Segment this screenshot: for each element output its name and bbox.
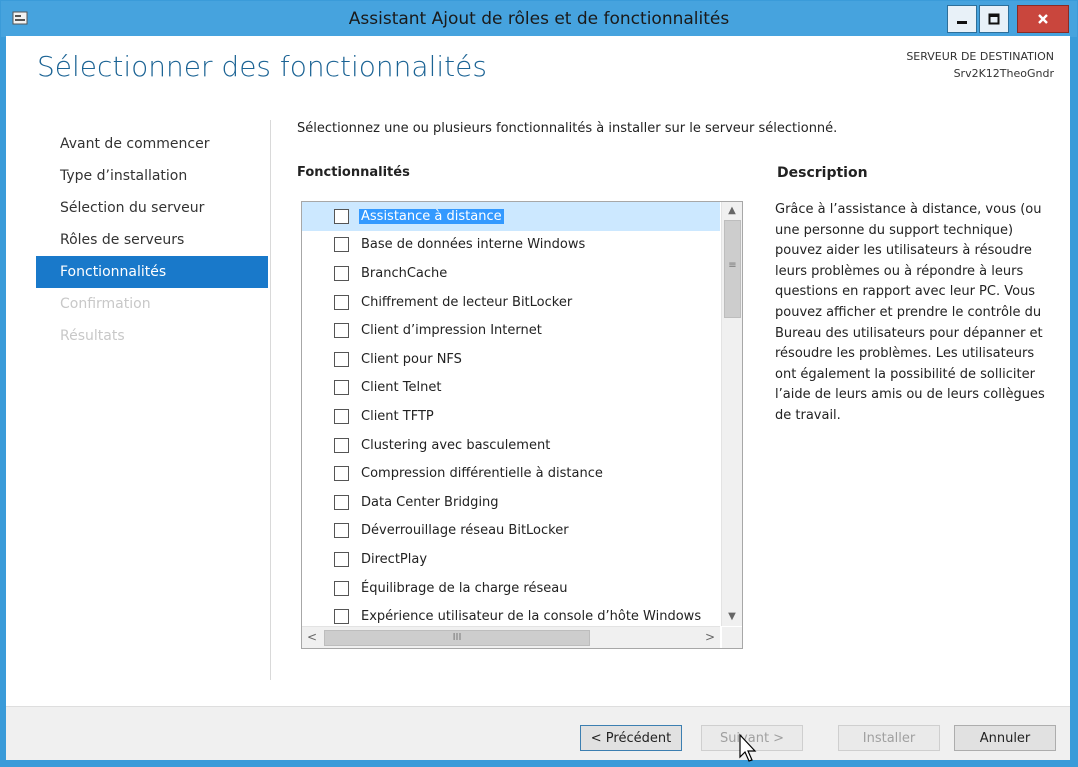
feature-checkbox[interactable]: [334, 208, 349, 224]
feature-checkbox[interactable]: [334, 466, 349, 482]
feature-checkbox[interactable]: [334, 437, 349, 453]
feature-item[interactable]: Data Center Bridging: [302, 488, 720, 517]
feature-label: Déverrouillage réseau BitLocker: [361, 523, 569, 539]
feature-label: Data Center Bridging: [361, 494, 499, 510]
feature-label: Client pour NFS: [361, 351, 462, 367]
feature-label: Chiffrement de lecteur BitLocker: [361, 294, 573, 310]
nav-item-fonctionnalites[interactable]: Fonctionnalités: [36, 256, 268, 288]
description-text: Grâce à l’assistance à distance, vous (o…: [775, 202, 1045, 423]
feature-item[interactable]: Équilibrage de la charge réseau: [302, 574, 720, 603]
feature-label: Client Telnet: [361, 380, 442, 396]
feature-label: Base de données interne Windows: [361, 237, 586, 253]
nav-item-avant-de-commencer[interactable]: Avant de commencer: [36, 128, 268, 160]
feature-label: Équilibrage de la charge réseau: [361, 580, 568, 596]
features-horizontal-scrollbar[interactable]: < III >: [302, 626, 720, 648]
destination-server-name: Srv2K12TheoGndr: [953, 67, 1054, 80]
close-button[interactable]: [1017, 5, 1069, 33]
window-title: Assistant Ajout de rôles et de fonctionn…: [348, 9, 730, 29]
feature-label: Assistance à distance: [359, 208, 504, 224]
minimize-button[interactable]: [947, 5, 977, 33]
nav-item-resultats: Résultats: [60, 328, 125, 344]
feature-checkbox[interactable]: [334, 237, 349, 253]
nav-item-type-installation[interactable]: Type d’installation: [36, 160, 268, 192]
feature-item[interactable]: Chiffrement de lecteur BitLocker: [302, 288, 720, 317]
instructions-text: Sélectionnez une ou plusieurs fonctionna…: [297, 121, 838, 136]
features-list-box[interactable]: Assistance à distance Base de données in…: [301, 201, 743, 649]
nav-item-selection-serveur[interactable]: Sélection du serveur: [36, 192, 268, 224]
feature-item[interactable]: Déverrouillage réseau BitLocker: [302, 517, 720, 546]
previous-button[interactable]: < Précédent: [580, 725, 682, 751]
feature-label: DirectPlay: [361, 551, 428, 567]
nav-divider: [270, 120, 271, 680]
cancel-button[interactable]: Annuler: [954, 725, 1056, 751]
feature-item[interactable]: Clustering avec basculement: [302, 431, 720, 460]
feature-item[interactable]: Expérience utilisateur de la console d’h…: [302, 602, 720, 626]
feature-label: Clustering avec basculement: [361, 437, 551, 453]
description-heading: Description: [777, 165, 868, 181]
features-vertical-scrollbar[interactable]: ▲ ≡ ▼: [721, 202, 742, 626]
feature-item[interactable]: Compression différentielle à distance: [302, 459, 720, 488]
feature-checkbox[interactable]: [334, 294, 349, 310]
scroll-down-button[interactable]: ▼: [722, 608, 742, 626]
mouse-pointer-icon: [739, 733, 757, 762]
scroll-right-button[interactable]: >: [700, 627, 720, 648]
wizard-steps-nav: Avant de commencer Type d’installation S…: [36, 128, 268, 352]
destination-server-label: SERVEUR DE DESTINATION: [906, 50, 1054, 63]
feature-label: Expérience utilisateur de la console d’h…: [361, 609, 702, 625]
feature-item[interactable]: Client d’impression Internet: [302, 316, 720, 345]
minimize-icon: [957, 21, 967, 24]
feature-item[interactable]: Client pour NFS: [302, 345, 720, 374]
maximize-icon: [988, 13, 1000, 25]
feature-checkbox[interactable]: [334, 323, 349, 339]
title-bar[interactable]: Assistant Ajout de rôles et de fonctionn…: [1, 1, 1077, 37]
scroll-up-button[interactable]: ▲: [722, 202, 742, 220]
feature-item[interactable]: BranchCache: [302, 259, 720, 288]
feature-checkbox[interactable]: [334, 408, 349, 424]
wizard-footer: < Précédent Suivant > Installer Annuler: [6, 706, 1070, 760]
scrollbar-corner: [722, 627, 742, 648]
feature-label: Client TFTP: [361, 408, 434, 424]
page-title: Sélectionner des fonctionnalités: [37, 50, 487, 83]
feature-label: BranchCache: [361, 265, 448, 281]
scroll-left-button[interactable]: <: [302, 627, 322, 648]
feature-item[interactable]: DirectPlay: [302, 545, 720, 574]
feature-label: Compression différentielle à distance: [361, 466, 603, 482]
feature-label: Client d’impression Internet: [361, 323, 542, 339]
feature-checkbox[interactable]: [334, 351, 349, 367]
features-list: Assistance à distance Base de données in…: [302, 202, 720, 626]
feature-item[interactable]: Client Telnet: [302, 374, 720, 403]
nav-item-roles-serveurs[interactable]: Rôles de serveurs: [36, 224, 268, 256]
features-heading: Fonctionnalités: [297, 165, 410, 180]
feature-item[interactable]: Assistance à distance: [302, 202, 720, 231]
feature-checkbox[interactable]: [334, 609, 349, 625]
feature-item[interactable]: Base de données interne Windows: [302, 231, 720, 260]
feature-checkbox[interactable]: [334, 523, 349, 539]
nav-item-confirmation: Confirmation: [60, 296, 151, 312]
feature-checkbox[interactable]: [334, 551, 349, 567]
feature-checkbox[interactable]: [334, 265, 349, 281]
feature-item[interactable]: Client TFTP: [302, 402, 720, 431]
vertical-scroll-thumb[interactable]: ≡: [724, 220, 741, 318]
grip-icon: ≡: [728, 260, 737, 271]
horizontal-scroll-thumb[interactable]: III: [324, 630, 590, 646]
close-icon: [1038, 14, 1048, 24]
feature-checkbox[interactable]: [334, 494, 349, 510]
install-button[interactable]: Installer: [838, 725, 940, 751]
feature-checkbox[interactable]: [334, 380, 349, 396]
maximize-button[interactable]: [979, 5, 1009, 33]
feature-checkbox[interactable]: [334, 580, 349, 596]
